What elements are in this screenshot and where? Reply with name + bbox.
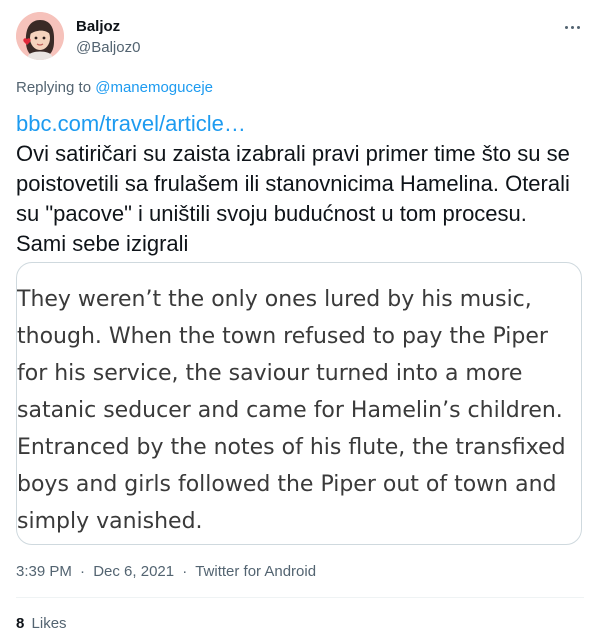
more-horizontal-icon[interactable] [560, 18, 584, 36]
replying-to: Replying to @manemoguceje [16, 79, 213, 97]
likes-stat[interactable]: 8 Likes [16, 614, 67, 634]
separator: · [80, 563, 86, 580]
tweet-text: bbc.com/travel/article… Ovi satiričari s… [16, 109, 582, 259]
image-line: They weren’t the only ones lured by his … [17, 287, 532, 312]
avatar[interactable] [16, 12, 64, 60]
image-line: satanic seducer and came for Hamelin’s c… [17, 398, 563, 423]
tweet-date[interactable]: Dec 6, 2021 [93, 563, 174, 580]
image-line: simply vanished. [17, 509, 203, 534]
tweet-header: Baljoz @Baljoz0 [16, 12, 584, 64]
separator: · [182, 563, 188, 580]
likes-label: Likes [31, 615, 67, 632]
image-text: They weren’t the only ones lured by his … [17, 281, 581, 540]
tweet-time[interactable]: 3:39 PM [16, 563, 72, 580]
avatar-illustration [16, 12, 64, 60]
image-line: Entranced by the notes of his flute, the… [17, 435, 566, 460]
image-line: though. When the town refused to pay the… [17, 324, 548, 349]
image-line: for his service, the saviour turned into… [17, 361, 523, 386]
image-card[interactable]: They weren’t the only ones lured by his … [16, 262, 582, 545]
divider [16, 597, 584, 598]
tweet-body: Ovi satiričari su zaista izabrali pravi … [16, 141, 577, 256]
mention-link[interactable]: @manemoguceje [95, 79, 213, 96]
author-names: Baljoz @Baljoz0 [76, 18, 140, 58]
image-line: boys and girls followed the Piper out of… [17, 472, 557, 497]
article-link[interactable]: bbc.com/travel/article… [16, 109, 582, 139]
tweet-source[interactable]: Twitter for Android [195, 563, 316, 580]
tweet-meta: 3:39 PM · Dec 6, 2021 · Twitter for Andr… [16, 562, 316, 582]
user-handle[interactable]: @Baljoz0 [76, 38, 140, 58]
display-name[interactable]: Baljoz [76, 18, 140, 36]
likes-count: 8 [16, 615, 25, 632]
replying-prefix: Replying to [16, 79, 92, 96]
tweet: Baljoz @Baljoz0 Replying to @manemogucej… [0, 0, 599, 644]
